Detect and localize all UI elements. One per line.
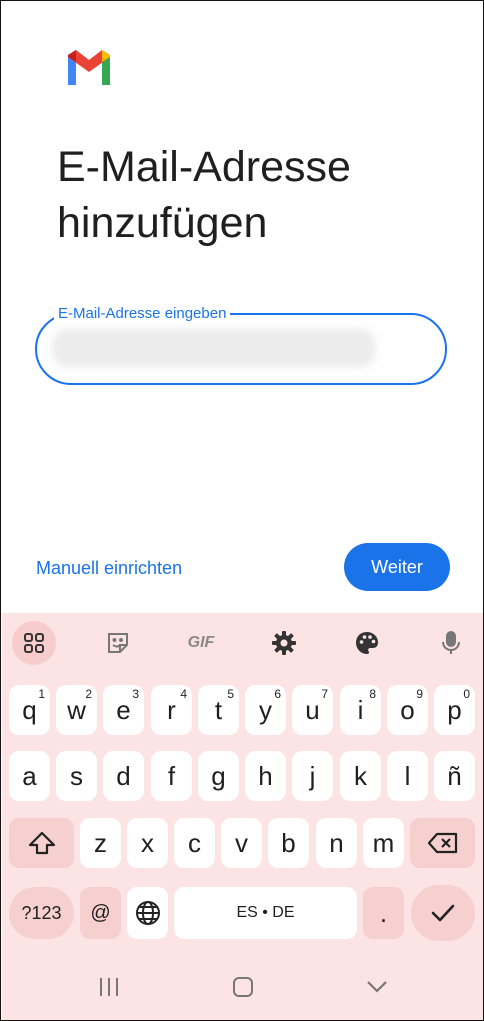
keyboard	[2, 613, 483, 1020]
period-key[interactable]: .	[363, 887, 404, 939]
email-field[interactable]	[35, 313, 447, 385]
key-g[interactable]: g	[198, 751, 239, 801]
key-m[interactable]: m	[363, 818, 404, 868]
globe-icon	[135, 901, 160, 925]
checkmark-icon	[431, 904, 455, 922]
shift-icon	[28, 831, 55, 855]
key-r[interactable]: r4	[151, 685, 192, 735]
key-q[interactable]: q1	[9, 685, 50, 735]
backspace-key[interactable]	[410, 818, 475, 868]
home-icon[interactable]	[227, 973, 259, 1001]
sticker-icon[interactable]	[96, 621, 140, 665]
key-t[interactable]: t5	[198, 685, 239, 735]
microphone-icon[interactable]	[429, 621, 473, 665]
key-b[interactable]: b	[268, 818, 309, 868]
screen: E-Mail-Adresse hinzufügen E-Mail-Adresse…	[0, 0, 484, 1021]
key-w[interactable]: w2	[56, 685, 97, 735]
backspace-icon	[427, 832, 457, 854]
gmail-logo	[68, 50, 110, 85]
manual-setup-link[interactable]: Manuell einrichten	[36, 557, 182, 579]
key-j[interactable]: j	[292, 751, 333, 801]
page-title: E-Mail-Adresse hinzufügen	[57, 143, 351, 247]
gif-label: GIF	[187, 634, 215, 651]
key-n[interactable]: n	[316, 818, 357, 868]
back-icon[interactable]	[361, 973, 393, 1001]
key-h[interactable]: h	[245, 751, 286, 801]
email-input[interactable]	[57, 333, 421, 367]
key-v[interactable]: v	[221, 818, 262, 868]
key-n-tilde[interactable]: ñ	[434, 751, 475, 801]
next-button[interactable]: Weiter	[344, 543, 450, 591]
symbols-key[interactable]: ?123	[9, 887, 74, 939]
key-y[interactable]: y6	[245, 685, 286, 735]
key-z[interactable]: z	[80, 818, 121, 868]
language-key[interactable]	[127, 887, 168, 939]
palette-icon[interactable]	[345, 621, 389, 665]
key-u[interactable]: u7	[292, 685, 333, 735]
recent-apps-icon[interactable]	[93, 973, 125, 1001]
key-l[interactable]: l	[387, 751, 428, 801]
key-d[interactable]: d	[103, 751, 144, 801]
key-k[interactable]: k	[340, 751, 381, 801]
space-key[interactable]: ES • DE	[174, 887, 357, 939]
gear-icon[interactable]	[262, 621, 306, 665]
key-c[interactable]: c	[174, 818, 215, 868]
key-i[interactable]: i8	[340, 685, 381, 735]
gif-button[interactable]: GIF	[179, 621, 223, 665]
key-a[interactable]: a	[9, 751, 50, 801]
shift-key[interactable]	[9, 818, 74, 868]
key-f[interactable]: f	[151, 751, 192, 801]
at-key[interactable]: @	[80, 887, 121, 939]
key-x[interactable]: x	[127, 818, 168, 868]
key-o[interactable]: o9	[387, 685, 428, 735]
enter-key[interactable]	[411, 885, 475, 941]
key-s[interactable]: s	[56, 751, 97, 801]
key-p[interactable]: p0	[434, 685, 475, 735]
apps-grid-icon[interactable]	[12, 621, 56, 665]
email-field-label: E-Mail-Adresse eingeben	[54, 305, 231, 323]
key-e[interactable]: e3	[103, 685, 144, 735]
